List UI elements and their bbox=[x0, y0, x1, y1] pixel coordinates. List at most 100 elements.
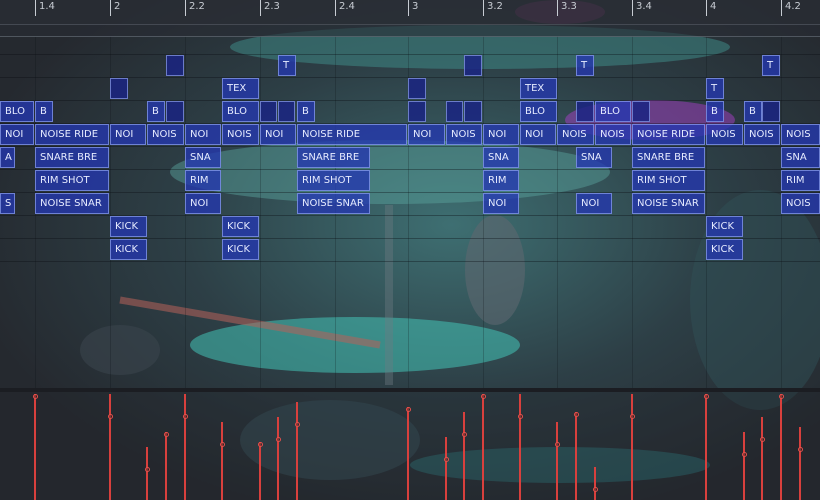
midi-clip[interactable]: T bbox=[278, 55, 296, 76]
arrangement-view[interactable]: T T T TEX TEX T BLO B B BLO B BLO BLO B … bbox=[0, 36, 820, 388]
velocity-stem[interactable] bbox=[407, 407, 409, 500]
velocity-handle[interactable] bbox=[481, 394, 486, 399]
midi-clip[interactable]: T bbox=[576, 55, 594, 76]
midi-clip[interactable]: NOIS bbox=[781, 124, 820, 145]
midi-clip[interactable]: SNA bbox=[185, 147, 221, 168]
velocity-stem[interactable] bbox=[594, 467, 596, 500]
midi-clip[interactable]: NOI bbox=[0, 124, 34, 145]
velocity-handle[interactable] bbox=[704, 394, 709, 399]
velocity-stem[interactable] bbox=[743, 432, 745, 500]
midi-clip[interactable]: NOI bbox=[483, 193, 519, 214]
midi-clip[interactable]: B bbox=[744, 101, 762, 122]
midi-clip[interactable]: T bbox=[706, 78, 724, 99]
midi-clip[interactable]: SNA bbox=[483, 147, 519, 168]
midi-clip[interactable]: NOISE SNAR bbox=[297, 193, 370, 214]
midi-clip[interactable]: TEX bbox=[520, 78, 557, 99]
velocity-handle[interactable] bbox=[145, 467, 150, 472]
midi-clip[interactable]: NOI bbox=[576, 193, 612, 214]
velocity-stem[interactable] bbox=[34, 394, 36, 500]
midi-clip[interactable] bbox=[464, 101, 482, 122]
velocity-stem[interactable] bbox=[761, 417, 763, 500]
velocity-handle[interactable] bbox=[444, 457, 449, 462]
velocity-stem[interactable] bbox=[519, 394, 521, 500]
velocity-stem[interactable] bbox=[482, 394, 484, 500]
midi-clip[interactable]: SNARE BRE bbox=[632, 147, 705, 168]
midi-clip[interactable] bbox=[632, 101, 650, 122]
velocity-handle[interactable] bbox=[164, 432, 169, 437]
velocity-handle[interactable] bbox=[295, 422, 300, 427]
velocity-handle[interactable] bbox=[798, 447, 803, 452]
midi-clip[interactable]: RIM SHOT bbox=[632, 170, 705, 191]
velocity-handle[interactable] bbox=[33, 394, 38, 399]
velocity-stem[interactable] bbox=[631, 394, 633, 500]
midi-clip[interactable]: RIM bbox=[781, 170, 820, 191]
velocity-stem[interactable] bbox=[259, 442, 261, 500]
midi-clip[interactable]: SNA bbox=[781, 147, 820, 168]
midi-clip[interactable]: B bbox=[35, 101, 53, 122]
midi-clip[interactable] bbox=[166, 101, 184, 122]
midi-clip[interactable]: NOISE RIDE bbox=[297, 124, 407, 145]
velocity-handle[interactable] bbox=[108, 414, 113, 419]
velocity-stem[interactable] bbox=[277, 417, 279, 500]
midi-clip[interactable] bbox=[278, 101, 295, 122]
midi-clip[interactable] bbox=[464, 55, 482, 76]
midi-clip[interactable]: NOIS bbox=[781, 193, 820, 214]
midi-clip[interactable]: KICK bbox=[222, 239, 259, 260]
velocity-handle[interactable] bbox=[220, 442, 225, 447]
velocity-handle[interactable] bbox=[258, 442, 263, 447]
velocity-stem[interactable] bbox=[296, 402, 298, 500]
midi-clip[interactable]: NOIS bbox=[706, 124, 743, 145]
velocity-handle[interactable] bbox=[462, 432, 467, 437]
velocity-stem[interactable] bbox=[556, 422, 558, 500]
midi-clip[interactable]: TEX bbox=[222, 78, 259, 99]
velocity-handle[interactable] bbox=[555, 442, 560, 447]
midi-clip[interactable]: NOI bbox=[260, 124, 296, 145]
velocity-stem[interactable] bbox=[165, 432, 167, 500]
midi-clip[interactable] bbox=[110, 78, 128, 99]
midi-clip[interactable]: NOI bbox=[185, 193, 221, 214]
midi-clip[interactable]: RIM bbox=[185, 170, 221, 191]
midi-clip[interactable]: T bbox=[762, 55, 780, 76]
lane-divider[interactable] bbox=[0, 388, 820, 392]
midi-clip[interactable]: SNARE BRE bbox=[35, 147, 109, 168]
velocity-stem[interactable] bbox=[780, 394, 782, 500]
midi-clip[interactable] bbox=[762, 101, 780, 122]
midi-clip[interactable]: NOISE SNAR bbox=[632, 193, 705, 214]
midi-clip[interactable]: NOI bbox=[408, 124, 445, 145]
midi-clip[interactable]: NOI bbox=[110, 124, 146, 145]
velocity-stem[interactable] bbox=[109, 394, 111, 500]
midi-clip[interactable]: KICK bbox=[110, 239, 147, 260]
velocity-stem[interactable] bbox=[221, 422, 223, 500]
midi-clip[interactable]: NOISE RIDE bbox=[35, 124, 109, 145]
midi-clip[interactable]: SNA bbox=[576, 147, 612, 168]
midi-clip[interactable]: NOIS bbox=[147, 124, 184, 145]
midi-clip[interactable]: NOIS bbox=[744, 124, 780, 145]
midi-clip[interactable] bbox=[576, 101, 594, 122]
velocity-stem[interactable] bbox=[146, 447, 148, 500]
midi-clip[interactable]: SNARE BRE bbox=[297, 147, 370, 168]
midi-clip[interactable] bbox=[260, 101, 277, 122]
midi-clip[interactable]: NOIS bbox=[595, 124, 631, 145]
midi-clip[interactable]: KICK bbox=[110, 216, 147, 237]
velocity-stem[interactable] bbox=[799, 427, 801, 500]
velocity-handle[interactable] bbox=[593, 487, 598, 492]
midi-clip[interactable]: NOISE SNAR bbox=[35, 193, 109, 214]
midi-clip[interactable]: NOIS bbox=[446, 124, 482, 145]
midi-clip[interactable]: BLO bbox=[595, 101, 631, 122]
midi-clip[interactable] bbox=[446, 101, 463, 122]
velocity-stem[interactable] bbox=[575, 412, 577, 500]
velocity-handle[interactable] bbox=[574, 412, 579, 417]
midi-clip[interactable]: NOIS bbox=[222, 124, 259, 145]
midi-clip[interactable]: NOI bbox=[483, 124, 519, 145]
velocity-stem[interactable] bbox=[463, 412, 465, 500]
velocity-lane[interactable] bbox=[0, 392, 820, 500]
midi-clip[interactable]: S bbox=[0, 193, 15, 214]
midi-clip[interactable]: B bbox=[297, 101, 315, 122]
midi-clip[interactable]: RIM bbox=[483, 170, 519, 191]
midi-clip[interactable]: A bbox=[0, 147, 15, 168]
velocity-stem[interactable] bbox=[705, 394, 707, 500]
midi-clip[interactable]: NOIS bbox=[557, 124, 594, 145]
midi-clip[interactable]: B bbox=[706, 101, 724, 122]
midi-clip[interactable]: NOISE RIDE bbox=[632, 124, 705, 145]
overview-scroll-strip[interactable] bbox=[0, 24, 820, 37]
